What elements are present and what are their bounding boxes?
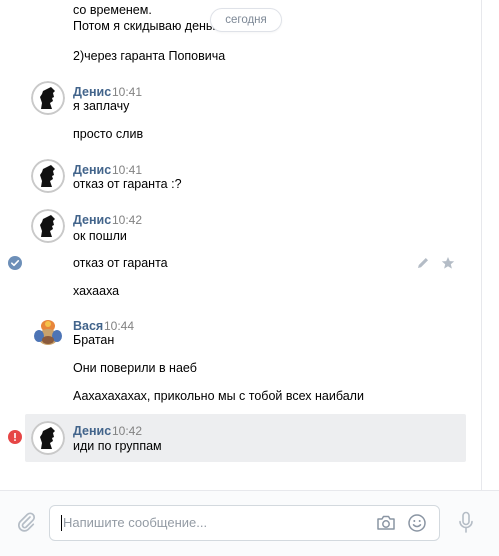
avatar[interactable] [31, 314, 65, 348]
message-text: ок пошли [73, 229, 127, 243]
date-divider: сегодня [210, 8, 282, 32]
author-name[interactable]: Денис [73, 423, 111, 439]
message-text: хахааха [73, 284, 120, 298]
message-text: просто слив [73, 127, 144, 141]
message-composer: Напишите сообщение... [0, 490, 499, 556]
message-text: Аахахахахах, прикольно мы с тобой всех н… [73, 389, 364, 403]
message-input[interactable]: Напишите сообщение... [49, 505, 440, 541]
author-name[interactable]: Денис [73, 212, 111, 228]
message-input-placeholder: Напишите сообщение... [63, 515, 208, 530]
paperclip-icon[interactable] [15, 511, 37, 533]
avatar[interactable] [31, 421, 65, 455]
message-text: со временем. [73, 3, 152, 17]
message-time[interactable]: 10:42 [112, 423, 142, 439]
silhouette-avatar-icon [31, 421, 65, 455]
message-text: Братан [73, 333, 115, 347]
message-text: я заплачу [73, 99, 130, 113]
error-icon[interactable] [8, 430, 22, 444]
message-text: Они поверили в наеб [73, 361, 197, 375]
text-caret [61, 515, 62, 531]
message-text: Потом я скидываю деньг [73, 19, 218, 33]
message-text: 2)через гаранта Поповича [73, 49, 226, 63]
avatar[interactable] [31, 159, 65, 193]
smile-icon[interactable] [407, 513, 427, 533]
edit-pencil-icon[interactable] [416, 256, 430, 270]
silhouette-avatar-icon [31, 81, 65, 115]
message-text: отказ от гаранта :? [73, 177, 182, 191]
scrollbar[interactable] [481, 0, 491, 490]
message-history: со временем. Потом я скидываю деньг сего… [0, 0, 491, 490]
camera-icon[interactable] [376, 514, 396, 532]
message-text: отказ от гаранта [73, 256, 168, 270]
message-text: иди по группам [73, 439, 162, 453]
character-avatar-icon [31, 314, 65, 348]
avatar[interactable] [31, 209, 65, 243]
microphone-icon[interactable] [457, 511, 475, 535]
silhouette-avatar-icon [31, 209, 65, 243]
silhouette-avatar-icon [31, 159, 65, 193]
message-time[interactable]: 10:42 [112, 212, 142, 228]
avatar[interactable] [31, 81, 65, 115]
read-check-icon [8, 256, 22, 270]
star-icon[interactable] [441, 256, 455, 270]
